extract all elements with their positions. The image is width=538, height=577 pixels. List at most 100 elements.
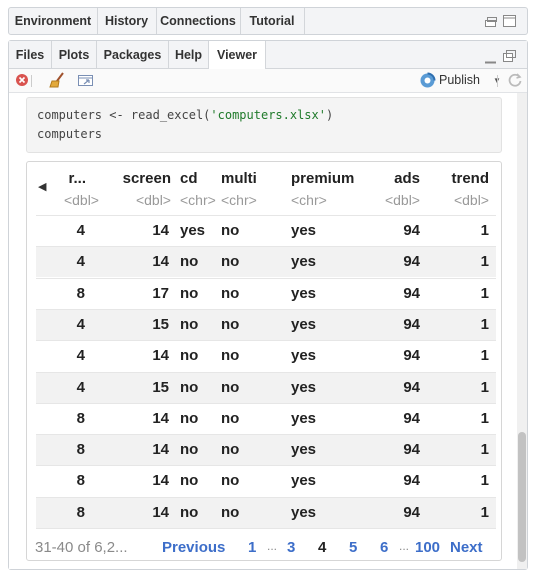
publish-icon <box>419 72 436 94</box>
minimize-icon[interactable] <box>485 14 497 27</box>
page-link-1[interactable]: 1 <box>248 539 256 556</box>
page-link-5[interactable]: 5 <box>349 539 357 556</box>
table-cell: 14 <box>152 253 169 271</box>
scrollbar-thumb[interactable] <box>518 432 526 562</box>
table-cell: no <box>221 472 240 490</box>
table-cell: yes <box>291 503 317 521</box>
table-cell: 94 <box>403 347 420 365</box>
column-header-ads[interactable]: ads <box>367 170 420 187</box>
table-cell: 1 <box>480 222 489 239</box>
table-cell: 8 <box>76 284 85 302</box>
table-cell: 94 <box>403 472 420 490</box>
table-cell: no <box>221 284 240 302</box>
tab-history[interactable]: History <box>97 8 157 34</box>
table-cell: no <box>180 347 199 365</box>
table-cell: 8 <box>76 503 85 521</box>
tab-help[interactable]: Help <box>169 41 209 68</box>
table-cell: 94 <box>403 253 420 271</box>
table-cell: 94 <box>403 441 420 459</box>
table-cell: 1 <box>480 409 489 427</box>
tab-viewer[interactable]: Viewer <box>209 41 266 69</box>
table-cell: yes <box>291 347 317 365</box>
table-cell: no <box>180 284 199 302</box>
table-cell: 4 <box>76 253 85 271</box>
table-cell: no <box>180 441 199 459</box>
tab-connections[interactable]: Connections <box>156 8 241 34</box>
page-link-100[interactable]: 100 <box>415 539 440 556</box>
next-page-link[interactable]: Next <box>450 539 483 556</box>
toolbar-divider <box>31 75 32 87</box>
table-cell: 1 <box>480 284 489 302</box>
table-cell: 8 <box>76 472 85 490</box>
viewer-pane: Files Plots Packages Help Viewer Publish… <box>8 40 528 570</box>
table-cell: 1 <box>480 315 489 333</box>
table-cell: yes <box>291 284 317 302</box>
table-cell: 15 <box>152 315 169 333</box>
row-divider <box>36 215 496 216</box>
table-cell: no <box>221 222 240 239</box>
column-header-trend[interactable]: trend <box>437 170 490 187</box>
table-cell: yes <box>291 441 317 459</box>
table-cell: no <box>221 315 240 333</box>
tab-packages[interactable]: Packages <box>97 41 169 68</box>
remove-viewer-icon[interactable] <box>15 72 31 88</box>
table-cell: 1 <box>480 378 489 396</box>
show-in-window-icon[interactable] <box>77 72 95 88</box>
column-type-screen: <dbl> <box>135 192 171 208</box>
restore-icon[interactable] <box>503 49 516 62</box>
table-cell: 1 <box>480 503 489 521</box>
table-cell: no <box>221 503 240 521</box>
table-cell: 1 <box>480 472 489 490</box>
column-type-ads: <dbl> <box>384 192 420 208</box>
column-type-premium: <chr> <box>291 192 327 208</box>
column-header-cd[interactable]: cd <box>180 170 198 187</box>
data-table: ◀ r... <dbl> screen <dbl> cd <chr> multi… <box>26 161 502 561</box>
clear-viewer-broom-icon[interactable] <box>49 72 67 88</box>
table-cell: 14 <box>152 441 169 459</box>
table-cell: yes <box>291 315 317 333</box>
toolbar-divider <box>497 75 498 87</box>
table-cell: yes <box>180 222 206 239</box>
table-cell: no <box>180 472 199 490</box>
code-text: computers <- read_excel( <box>37 108 211 122</box>
column-type-trend: <dbl> <box>453 192 489 208</box>
maximize-icon[interactable] <box>503 14 516 27</box>
tab-plots[interactable]: Plots <box>52 41 97 68</box>
row-divider <box>36 528 496 529</box>
table-cell: 94 <box>403 222 420 239</box>
table-cell: 4 <box>76 315 85 333</box>
column-header-screen[interactable]: screen <box>107 170 171 187</box>
column-header-r[interactable]: r... <box>64 170 86 187</box>
column-type-multi: <chr> <box>221 192 257 208</box>
row-divider <box>36 496 496 498</box>
previous-page-link[interactable]: Previous <box>162 539 225 556</box>
table-cell: no <box>180 253 199 271</box>
publish-label: Publish <box>439 73 480 87</box>
code-line-2: computers <box>37 127 103 141</box>
table-cell: 94 <box>403 503 420 521</box>
table-cell: 1 <box>480 441 489 459</box>
tab-tutorial[interactable]: Tutorial <box>240 8 305 34</box>
tab-files[interactable]: Files <box>9 41 52 68</box>
table-cell: yes <box>291 472 317 490</box>
table-cell: 17 <box>152 284 169 302</box>
table-cell: 94 <box>403 315 420 333</box>
code-chunk: computers <- read_excel('computers.xlsx'… <box>26 97 502 153</box>
column-header-multi[interactable]: multi <box>221 170 257 187</box>
column-header-premium[interactable]: premium <box>291 170 354 187</box>
table-cell: no <box>221 409 240 427</box>
table-cell: yes <box>291 222 317 239</box>
refresh-icon[interactable] <box>507 72 523 88</box>
tab-environment[interactable]: Environment <box>9 8 98 34</box>
page-link-6[interactable]: 6 <box>380 539 388 556</box>
scroll-columns-left-icon[interactable]: ◀ <box>38 180 46 193</box>
top-pane: Environment History Connections Tutorial <box>8 7 528 35</box>
viewer-content: computers <- read_excel('computers.xlsx'… <box>9 93 527 569</box>
table-cell: no <box>221 441 240 459</box>
pagination-ellipsis: ... <box>399 539 410 553</box>
row-divider <box>36 340 496 342</box>
table-cell: no <box>221 253 240 271</box>
page-link-3[interactable]: 3 <box>287 539 295 556</box>
table-cell: 94 <box>403 284 420 302</box>
minimize-icon[interactable] <box>485 51 497 64</box>
